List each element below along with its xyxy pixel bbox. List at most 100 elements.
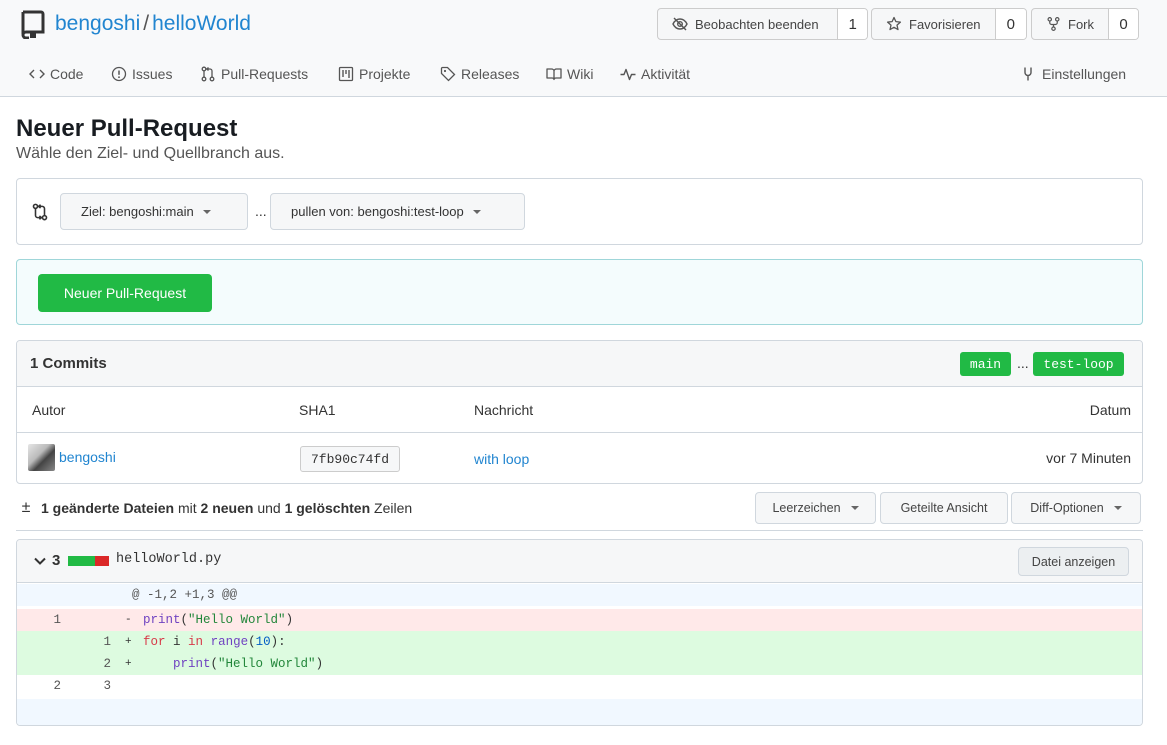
tab-releases-label: Releases	[461, 66, 520, 82]
commit-author-link[interactable]: bengoshi	[59, 449, 116, 465]
source-branch-label: pullen von: bengoshi:test-loop	[291, 204, 464, 219]
repo-tabs: Code Issues Pull-Requests Projekte Relea…	[0, 66, 1167, 88]
head-branch-tag[interactable]: test-loop	[1033, 352, 1124, 376]
unwatch-label: Beobachten beenden	[695, 16, 819, 32]
tab-issues[interactable]: Issues	[111, 66, 172, 82]
fork-button-group: Fork 0	[1031, 8, 1139, 40]
watch-button-group: Beobachten beenden 1	[657, 8, 868, 40]
chevron-down-icon[interactable]	[33, 554, 47, 568]
tab-activity[interactable]: Aktivität	[620, 66, 690, 82]
diff-sign: -	[125, 614, 132, 626]
commits-header: 1 Commits main ... test-loop	[17, 341, 1142, 387]
new-line-number[interactable]: 1	[61, 631, 111, 653]
code-line: print("Hello World")	[143, 613, 294, 627]
stats-word-und: und	[257, 500, 281, 516]
hunk-text: @ -1,2 +1,3 @@	[132, 588, 238, 602]
stats-divider	[16, 530, 1143, 531]
caret-down-icon	[850, 506, 859, 510]
project-icon	[338, 66, 354, 82]
changed-files-count[interactable]: 1 geänderte Dateien	[41, 500, 174, 516]
column-author: Autor	[32, 402, 66, 418]
plus-minus-icon: ±	[21, 499, 31, 516]
avatar[interactable]	[28, 444, 55, 471]
diff-options-dropdown[interactable]: Diff-Optionen	[1011, 492, 1141, 524]
target-branch-label: Ziel: bengoshi:main	[81, 204, 194, 219]
repo-header: bengoshi / helloWorld Beobachten beenden 1…	[0, 0, 1167, 97]
target-branch-dropdown[interactable]: Ziel: bengoshi:main	[60, 193, 248, 230]
new-line-number[interactable]: 3	[61, 675, 111, 697]
diff-line-added: 2 + print("Hello World")	[17, 653, 1142, 675]
column-date: Datum	[1089, 402, 1131, 418]
stars-count[interactable]: 0	[995, 9, 1026, 39]
diff-line-deleted: 1 - print("Hello World")	[17, 609, 1142, 631]
diff-hunk-header: @ -1,2 +1,3 @@	[17, 584, 1142, 606]
diff-stats: ± 1 geänderte Dateien mit 2 neuen und 1 …	[16, 499, 413, 517]
repo-owner-link[interactable]: bengoshi	[55, 12, 140, 35]
branch-dots: ...	[255, 203, 267, 219]
split-view-button[interactable]: Geteilte Ansicht	[880, 492, 1008, 524]
file-diff: 3 helloWorld.py Datei anzeigen @ -1,2 +1…	[16, 539, 1143, 726]
unwatch-button[interactable]: Beobachten beenden	[658, 9, 839, 39]
stats-word-mit: mit	[177, 500, 197, 516]
tab-wiki[interactable]: Wiki	[546, 66, 593, 82]
repo-title-separator: /	[143, 12, 150, 35]
tab-pull-requests[interactable]: Pull-Requests	[200, 66, 308, 82]
new-line-number[interactable]: 2	[61, 653, 111, 675]
code-icon	[29, 69, 45, 79]
column-message: Nachricht	[474, 402, 534, 418]
tab-projects-label: Projekte	[359, 66, 411, 82]
issue-icon	[111, 66, 127, 82]
tab-releases[interactable]: Releases	[440, 66, 519, 82]
tools-icon	[1024, 67, 1032, 81]
whitespace-label: Leerzeichen	[772, 501, 841, 515]
whitespace-dropdown[interactable]: Leerzeichen	[755, 492, 876, 524]
old-line-number[interactable]: 1	[17, 609, 61, 631]
column-sha: SHA1	[299, 402, 336, 418]
fork-button[interactable]: Fork	[1032, 9, 1109, 39]
diff-expand-footer[interactable]	[17, 699, 1142, 725]
commit-message-link[interactable]: with loop	[474, 451, 529, 467]
tab-wiki-label: Wiki	[567, 66, 594, 82]
tab-settings-label: Einstellungen	[1042, 66, 1127, 82]
new-pull-request-button[interactable]: Neuer Pull-Request	[38, 274, 212, 312]
source-branch-dropdown[interactable]: pullen von: bengoshi:test-loop	[270, 193, 525, 230]
tab-issues-label: Issues	[132, 66, 173, 82]
diff-sign: +	[125, 636, 132, 648]
star-button-group: Favorisieren 0	[871, 8, 1027, 40]
stats-word-zeilen: Zeilen	[374, 500, 413, 516]
diff-stat-bar	[68, 556, 109, 566]
commit-sha-button[interactable]: 7fb90c74fd	[300, 446, 400, 472]
fork-label: Fork	[1068, 16, 1094, 32]
deleted-lines-count: 1 gelöschten	[284, 500, 371, 516]
view-file-button[interactable]: Datei anzeigen	[1018, 547, 1129, 576]
book-icon	[546, 68, 562, 81]
caret-down-icon	[472, 209, 481, 214]
new-pr-panel: Neuer Pull-Request	[16, 259, 1143, 325]
diff-sign: +	[125, 658, 132, 670]
pulse-icon	[620, 68, 636, 81]
watchers-count[interactable]: 1	[838, 9, 867, 39]
tag-dots: ...	[1017, 355, 1029, 371]
star-icon	[886, 16, 902, 31]
commit-date: vor 7 Minuten	[1046, 450, 1131, 466]
star-label: Favorisieren	[909, 16, 981, 32]
code-line: print("Hello World")	[173, 657, 324, 671]
base-branch-tag[interactable]: main	[960, 352, 1011, 376]
page-subtitle: Wähle den Ziel- und Quellbranch aus.	[16, 145, 285, 162]
compare-icon[interactable]	[31, 203, 49, 221]
star-button[interactable]: Favorisieren	[872, 9, 996, 39]
forks-count[interactable]: 0	[1109, 9, 1138, 39]
eye-slash-icon	[672, 17, 688, 31]
old-line-number[interactable]: 2	[17, 675, 61, 697]
commits-title: 1 Commits	[30, 355, 107, 372]
tab-projects[interactable]: Projekte	[338, 66, 410, 82]
tab-pull-requests-label: Pull-Requests	[221, 66, 309, 82]
code-line: for i in range(10):	[143, 635, 286, 649]
tab-code[interactable]: Code	[29, 66, 83, 82]
repo-name-link[interactable]: helloWorld	[152, 12, 251, 35]
repo-title: bengoshi / helloWorld	[55, 10, 251, 38]
tab-settings[interactable]: Einstellungen	[1021, 66, 1126, 82]
page-title: Neuer Pull-Request	[16, 115, 238, 142]
pull-request-icon	[201, 66, 215, 82]
added-lines-count: 2 neuen	[200, 500, 254, 516]
